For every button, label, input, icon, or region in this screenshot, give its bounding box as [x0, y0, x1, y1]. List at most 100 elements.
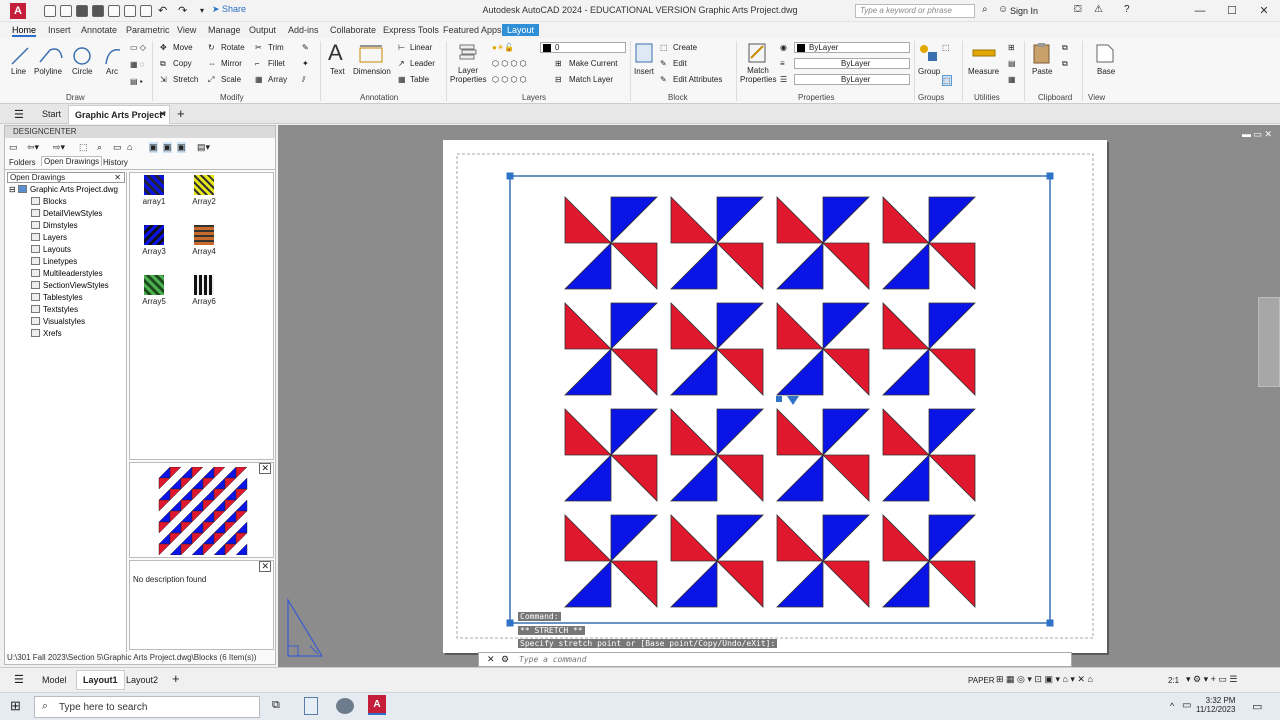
- home-icon[interactable]: ⌂: [127, 142, 132, 152]
- tab-model[interactable]: Model: [42, 675, 67, 685]
- group-button[interactable]: Group: [918, 67, 940, 76]
- user-icon[interactable]: ☺: [998, 4, 1008, 15]
- windows-start-icon[interactable]: ⊞: [10, 698, 21, 714]
- annotation-scale[interactable]: 2:1: [1168, 676, 1179, 685]
- copy-button[interactable]: Copy: [173, 59, 192, 68]
- measure-button[interactable]: Measure: [968, 67, 999, 76]
- polyline-button[interactable]: Polyline: [34, 67, 62, 76]
- preview-toggle-icon[interactable]: ▣: [163, 142, 172, 153]
- minimize-icon[interactable]: —: [1190, 3, 1210, 19]
- edit-attributes-button[interactable]: Edit Attributes: [673, 75, 722, 84]
- calculator-icon[interactable]: ▤: [1008, 59, 1016, 68]
- close-preview-icon[interactable]: ✕: [259, 463, 271, 474]
- tree-item-xrefs[interactable]: Xrefs: [31, 329, 62, 338]
- tab-output[interactable]: Output: [249, 25, 276, 35]
- dimension-button[interactable]: Dimension: [353, 67, 391, 76]
- mirror-button[interactable]: Mirror: [221, 59, 242, 68]
- tab-collaborate[interactable]: Collaborate: [330, 25, 376, 35]
- tree-root[interactable]: ⊟ Graphic Arts Project.dwg: [9, 185, 118, 194]
- load-icon[interactable]: ▭: [9, 142, 18, 153]
- rectangle-icon[interactable]: ▭ ◇: [130, 43, 146, 52]
- create-block-button[interactable]: Create: [673, 43, 697, 52]
- taskbar-search-input[interactable]: ⌕ Type here to search: [34, 696, 260, 718]
- base-button[interactable]: Base: [1097, 67, 1115, 76]
- tree-item-layouts[interactable]: Layouts: [31, 245, 71, 254]
- tree-item-blocks[interactable]: Blocks: [31, 197, 67, 206]
- hatch-icon[interactable]: ▦ ◌: [130, 60, 145, 69]
- linetype-dropdown[interactable]: ByLayer: [794, 74, 910, 85]
- groups-group-title[interactable]: Groups: [918, 93, 944, 102]
- new-tab-icon[interactable]: +: [177, 106, 185, 121]
- command-input[interactable]: [519, 654, 1059, 665]
- block-thumb-array2[interactable]: Array2: [186, 175, 222, 206]
- close-description-icon[interactable]: ✕: [259, 561, 271, 572]
- close-command-icon[interactable]: ✕: [487, 654, 495, 665]
- scale-button[interactable]: Scale: [221, 75, 241, 84]
- tab-open-drawings[interactable]: Open Drawings: [41, 156, 103, 166]
- notepad-app-icon[interactable]: [304, 697, 318, 715]
- tab-express-tools[interactable]: Express Tools: [383, 25, 439, 35]
- move-button[interactable]: Move: [173, 43, 193, 52]
- view-group-title[interactable]: View: [1088, 93, 1105, 102]
- edit-block-button[interactable]: Edit: [673, 59, 687, 68]
- cart-icon[interactable]: ⛋: [1074, 4, 1082, 15]
- sign-in-link[interactable]: Sign In: [1010, 6, 1038, 16]
- layer-properties-button[interactable]: Layer Properties: [450, 66, 486, 84]
- modify-group-title[interactable]: Modify: [220, 93, 244, 102]
- arc-button[interactable]: Arc: [106, 67, 118, 76]
- stretch-button[interactable]: Stretch: [173, 75, 198, 84]
- tab-start[interactable]: Start: [42, 109, 61, 119]
- clipboard-group-title[interactable]: Clipboard: [1038, 93, 1072, 102]
- explode-icon[interactable]: ✦: [302, 59, 309, 68]
- linear-button[interactable]: Linear: [410, 43, 432, 52]
- forward-icon[interactable]: ⇨▾: [53, 142, 65, 153]
- views-icon[interactable]: ▤▾: [197, 142, 210, 153]
- collapse-icon[interactable]: ⊟: [9, 185, 18, 194]
- block-thumb-array4[interactable]: Array4: [186, 225, 222, 256]
- lineweight-dropdown[interactable]: ByLayer: [794, 58, 910, 69]
- insert-button[interactable]: Insert: [634, 67, 654, 76]
- favorites-icon[interactable]: ▭: [113, 142, 122, 153]
- up-icon[interactable]: ⬚: [79, 142, 88, 153]
- utilities-group-title[interactable]: Utilities: [974, 93, 1000, 102]
- circle-button[interactable]: Circle: [72, 67, 92, 76]
- task-view-icon[interactable]: ⧉: [272, 699, 280, 712]
- close-tree-icon[interactable]: ✕: [114, 173, 121, 182]
- help-icon[interactable]: ?: [1124, 4, 1130, 15]
- color-dropdown[interactable]: ByLayer: [794, 42, 910, 53]
- group-selection-icon[interactable]: ⬚: [942, 75, 952, 86]
- id-point-icon[interactable]: ▦: [1008, 75, 1016, 84]
- tab-insert[interactable]: Insert: [48, 25, 71, 35]
- block-group-title[interactable]: Block: [668, 93, 688, 102]
- array-button[interactable]: Array: [268, 75, 287, 84]
- layer-state-icons[interactable]: ●☀🔓: [492, 43, 514, 52]
- tree-view-toggle-icon[interactable]: ▣: [149, 142, 158, 153]
- tab-add-ins[interactable]: Add-ins: [288, 25, 319, 35]
- grip-arrow-icon[interactable]: [787, 396, 799, 405]
- rotate-button[interactable]: Rotate: [221, 43, 245, 52]
- block-thumb-array5[interactable]: Array5: [136, 275, 172, 306]
- status-tool-icons[interactable]: ⊞ ▦ ◎ ▾ ⊡ ▣ ▾ ⌂ ▾ ✕ ⌂: [996, 674, 1093, 685]
- grip-top-left[interactable]: [506, 172, 514, 180]
- navigation-bar[interactable]: [1258, 297, 1280, 387]
- layer-dropdown[interactable]: 0: [540, 42, 626, 53]
- table-button[interactable]: Table: [410, 75, 429, 84]
- tab-layout2[interactable]: Layout2: [126, 675, 158, 685]
- block-thumb-array1[interactable]: array1: [136, 175, 172, 206]
- annotation-group-title[interactable]: Annotation: [360, 93, 398, 102]
- paper-space-toggle[interactable]: PAPER: [968, 676, 995, 685]
- autodesk-a360-icon[interactable]: ⚠: [1094, 4, 1103, 15]
- tree-item-layers[interactable]: Layers: [31, 233, 67, 242]
- tab-home[interactable]: Home: [12, 25, 37, 37]
- search-dc-icon[interactable]: ⌕: [97, 142, 102, 153]
- trim-button[interactable]: Trim: [268, 43, 284, 52]
- tree-item-sectionviewstyles[interactable]: SectionViewStyles: [31, 281, 109, 290]
- draw-group-title[interactable]: Draw: [66, 93, 85, 102]
- customize-command-icon[interactable]: ⚙: [501, 654, 509, 665]
- match-layer-button[interactable]: Match Layer: [569, 75, 613, 84]
- text-button[interactable]: Text: [330, 67, 345, 76]
- tree-item-dimstyles[interactable]: Dimstyles: [31, 221, 78, 230]
- grip-top-right[interactable]: [1046, 172, 1054, 180]
- properties-group-title[interactable]: Properties: [798, 93, 834, 102]
- tab-folders[interactable]: Folders: [9, 158, 36, 167]
